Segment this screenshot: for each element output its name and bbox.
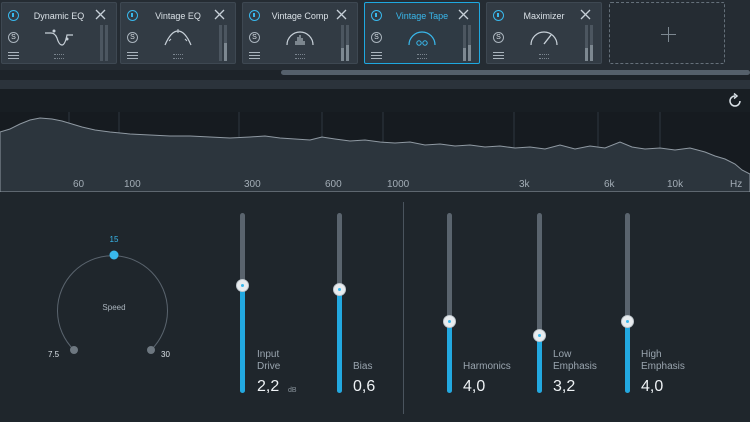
bias-fill	[337, 288, 342, 393]
harmonics-label: Harmonics	[463, 361, 511, 372]
input-drive-value[interactable]: 2,2	[257, 378, 279, 396]
high-emphasis-thumb[interactable]	[621, 315, 634, 328]
low-emphasis-label: Low Emphasis	[553, 349, 597, 372]
harmonics-value[interactable]: 4,0	[463, 378, 485, 396]
speed-knob	[109, 250, 119, 260]
harmonics-thumb[interactable]	[443, 315, 456, 328]
input-drive-thumb[interactable]	[236, 279, 249, 292]
speed-label: Speed	[102, 303, 126, 312]
high-emphasis-fill	[625, 321, 630, 393]
high-emphasis-label: High Emphasis	[641, 349, 685, 372]
low-emphasis-fill	[537, 335, 542, 393]
input-drive-unit: dB	[288, 387, 297, 394]
harmonics-slider[interactable]	[443, 213, 456, 393]
speed-max-value[interactable]: 30	[161, 350, 170, 359]
high-emphasis-slider[interactable]	[621, 213, 634, 393]
speed-min-value[interactable]: 7.5	[48, 350, 59, 359]
low-emphasis-value[interactable]: 3,2	[553, 378, 575, 396]
high-emphasis-value[interactable]: 4,0	[641, 378, 663, 396]
speed-dial[interactable]	[0, 0, 750, 422]
input-drive-label: Input Drive	[257, 349, 281, 372]
input-drive-slider[interactable]	[236, 213, 249, 393]
bias-value[interactable]: 0,6	[353, 378, 375, 396]
bias-label: Bias	[353, 361, 373, 372]
speed-max-dot	[147, 346, 155, 354]
bias-slider[interactable]	[333, 213, 346, 393]
bias-thumb[interactable]	[333, 282, 346, 296]
speed-min-dot	[70, 346, 78, 354]
speed-selected-value[interactable]: 15	[104, 235, 124, 244]
harmonics-fill	[447, 321, 452, 393]
input-drive-fill	[240, 285, 245, 393]
low-emphasis-slider[interactable]	[533, 213, 546, 393]
